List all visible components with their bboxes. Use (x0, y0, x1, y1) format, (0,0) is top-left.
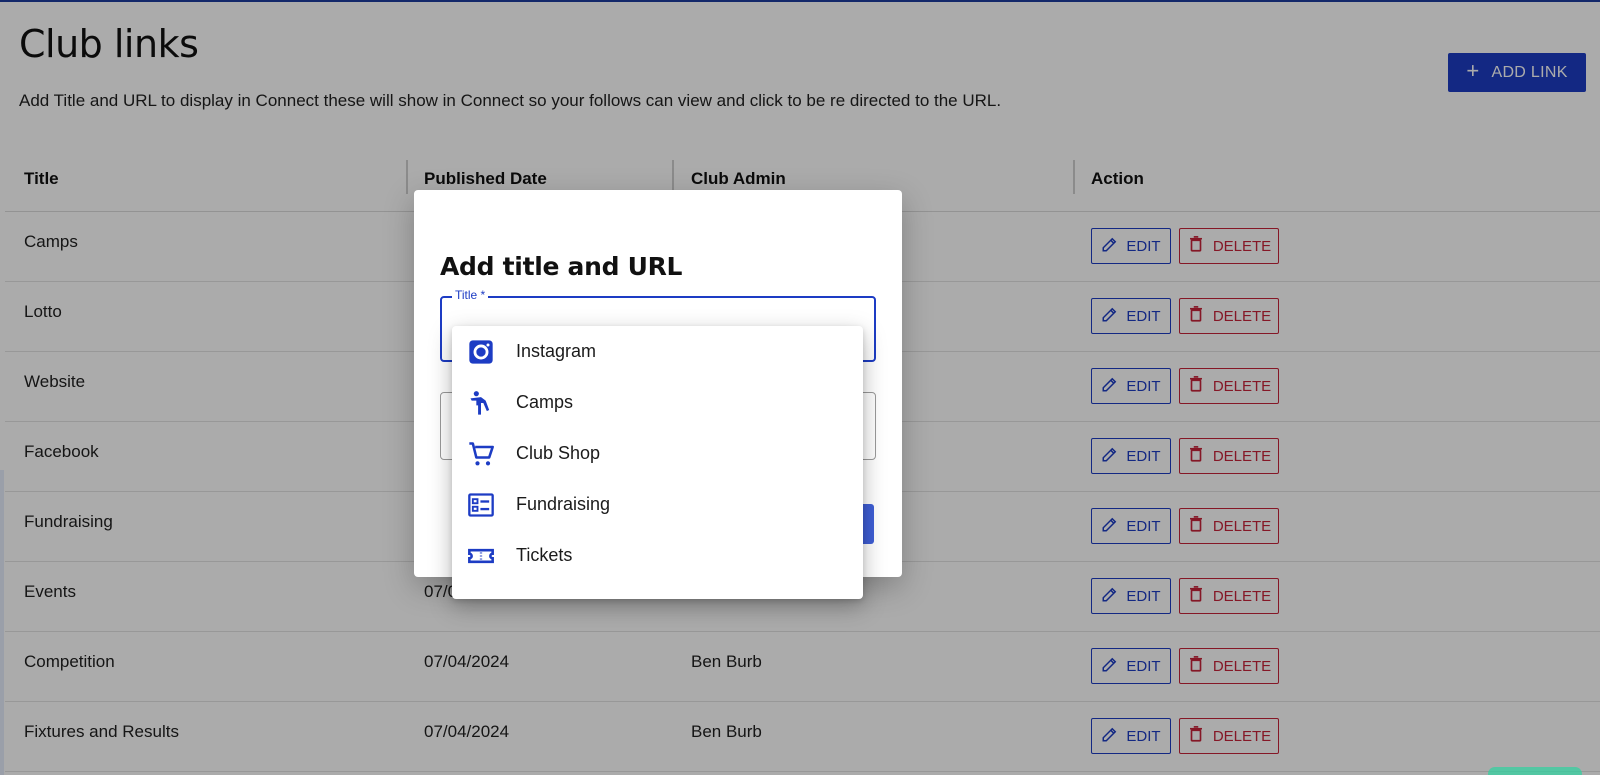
ticket-icon (467, 542, 495, 570)
person-icon (467, 389, 495, 417)
dropdown-item-label: Tickets (516, 545, 573, 565)
dropdown-item-fundraising[interactable]: Fundraising (452, 479, 863, 530)
dialog-title: Add title and URL (440, 252, 683, 281)
title-field-label: Title * (452, 288, 489, 302)
cart-icon (467, 440, 495, 468)
dropdown-item-label: Instagram (516, 341, 597, 361)
dropdown-item-label: Fundraising (516, 494, 611, 514)
chat-widget-button[interactable] (1488, 767, 1582, 775)
dropdown-item-instagram[interactable]: Instagram (452, 326, 863, 377)
dropdown-item-camps[interactable]: Camps (452, 377, 863, 428)
side-scroll-indicator (0, 470, 4, 775)
instagram-icon (467, 338, 495, 366)
dropdown-item-club-shop[interactable]: Club Shop (452, 428, 863, 479)
title-options-dropdown: Instagram Camps Club Shop Fundraising Ti… (452, 326, 863, 599)
dropdown-item-tickets[interactable]: Tickets (452, 530, 863, 581)
checklist-icon (467, 491, 495, 519)
dropdown-item-label: Club Shop (516, 443, 601, 463)
dropdown-item-label: Camps (516, 392, 574, 412)
